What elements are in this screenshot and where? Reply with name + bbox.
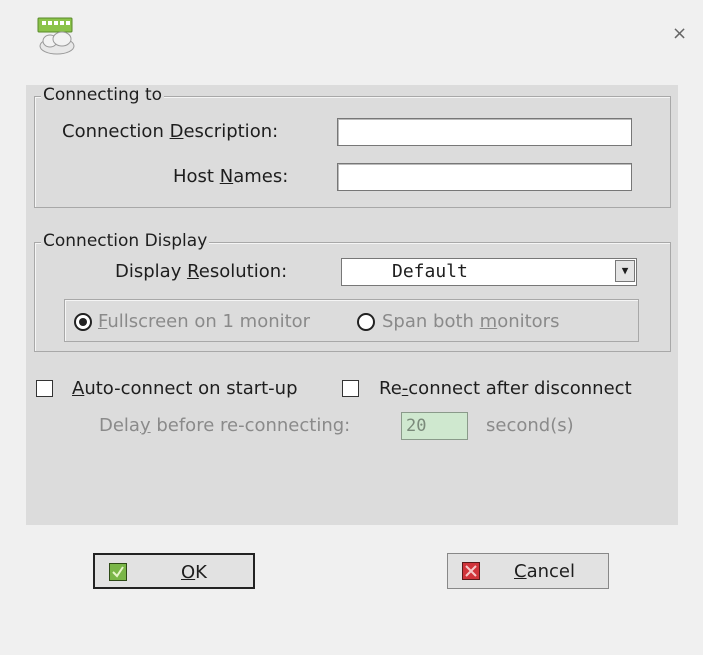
chevron-down-icon[interactable]: ▼ [615,260,635,282]
span-monitors-radio[interactable] [357,313,375,331]
ok-button[interactable]: OK [93,553,255,589]
cancel-button[interactable]: Cancel [447,553,609,589]
display-resolution-select[interactable]: Default ▼ [341,258,637,286]
fullscreen-radio-label[interactable]: Fullscreen on 1 monitor [98,311,310,332]
ok-button-label: OK [181,562,207,583]
connecting-to-legend: Connecting to [41,85,165,105]
connection-dialog: × Connecting to Connection Description: … [0,0,703,655]
connecting-to-group: Connecting to [34,85,671,208]
connection-description-field[interactable] [337,118,632,146]
connection-description-label: Connection Description: [62,121,279,142]
close-icon[interactable]: × [672,24,687,44]
connection-display-legend: Connection Display [41,231,210,251]
cancel-icon [462,562,480,580]
reconnect-label[interactable]: Re-connect after disconnect [379,378,632,399]
auto-connect-checkbox[interactable] [36,380,53,397]
radio-selected-dot [79,318,87,326]
delay-unit-label: second(s) [486,415,574,436]
display-resolution-label: Display Resolution: [115,261,288,282]
span-monitors-radio-label[interactable]: Span both monitors [382,311,559,332]
reconnect-checkbox[interactable] [342,380,359,397]
host-names-field[interactable] [337,163,632,191]
checkmark-icon [109,563,127,581]
delay-label: Delay before re-connecting: [99,415,351,436]
remote-desktop-icon [37,17,75,55]
cancel-button-label: Cancel [514,561,575,582]
delay-input[interactable]: 20 [401,412,468,440]
display-resolution-value: Default [392,261,468,282]
host-names-label: Host Names: [173,166,289,187]
fullscreen-radio[interactable] [74,313,92,331]
auto-connect-label[interactable]: Auto-connect on start-up [72,378,298,399]
